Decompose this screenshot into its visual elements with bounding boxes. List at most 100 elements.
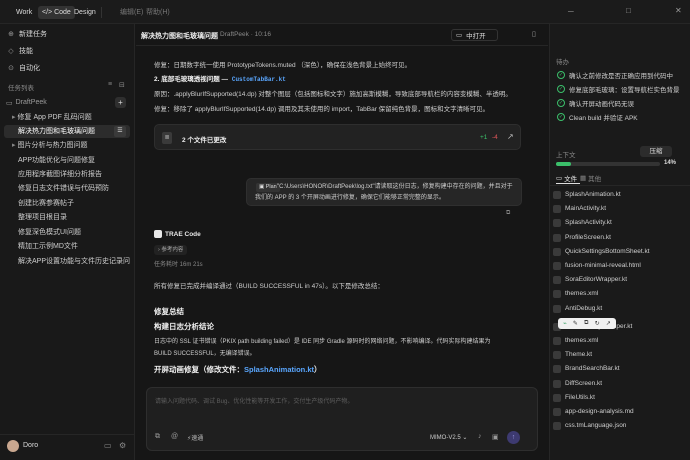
file-item[interactable]: css.tmLanguage.json — [553, 420, 685, 432]
folder-icon: ▸ — [12, 142, 16, 149]
todo-item: ✓ Clean build 并验证 APK — [557, 112, 638, 122]
file-icon: ▭ — [556, 175, 563, 182]
file-name: css.tmLanguage.json — [565, 422, 627, 430]
file-item[interactable]: themes.xml — [553, 335, 685, 347]
changes-card[interactable]: ≣ 2 个文件已更改 +1 -4 ↗ — [154, 124, 521, 150]
file-item[interactable]: BrandSearchBar.kt — [553, 363, 685, 375]
file-link[interactable]: SplashAnimation.kt — [244, 365, 314, 374]
chat-input-placeholder[interactable]: 请输入问题代码、调试 Bug、优化性能等开发工作，交付生产级代码产物。 — [155, 396, 353, 405]
file-item[interactable]: SplashActivity.kt — [553, 217, 685, 229]
mic-icon[interactable]: ♪ — [478, 433, 482, 440]
list-item[interactable]: ▸ 图片分析与热力图问题 — [4, 139, 130, 152]
code-icon: </> — [42, 9, 53, 16]
maximize-icon[interactable]: □ — [626, 6, 631, 15]
list-item[interactable]: 解决APP设置功能与文件历史记录问题 — [4, 255, 130, 268]
file-icon — [553, 219, 561, 228]
add-task-button[interactable]: + — [115, 97, 126, 108]
file-name: Theme.kt — [565, 351, 593, 359]
file-item[interactable]: themes.xml — [553, 288, 685, 300]
open-in-button[interactable]: ▭ 中打开 — [451, 29, 498, 41]
file-link[interactable]: CustomTabBar.kt — [230, 76, 288, 83]
tab-other-label: 其他 — [588, 176, 602, 183]
open-icon[interactable]: ↗ — [606, 320, 611, 327]
filter-icon[interactable]: ≡ — [108, 81, 112, 88]
file-name: FileUtils.kt — [565, 393, 595, 401]
file-name: AntiDebug.kt — [565, 304, 603, 312]
list-item[interactable]: APP功能优化与问题修复 — [4, 154, 130, 167]
file-item[interactable]: SoraEditorWrapper.kt — [553, 274, 685, 286]
edit-icon[interactable]: ✎ — [573, 320, 578, 327]
file-name: SplashActivity.kt — [565, 219, 612, 227]
attach-icon[interactable]: ⧉ — [155, 433, 160, 441]
file-icon — [553, 365, 561, 374]
copy-icon[interactable]: ⧉ — [584, 320, 588, 327]
refresh-icon[interactable]: ↻ — [595, 320, 600, 327]
file-item[interactable]: AntiDebug.kt — [553, 303, 685, 315]
file-item[interactable]: SplashAnimation.kt — [553, 189, 685, 201]
avatar[interactable] — [7, 440, 19, 452]
active-tab-underline — [556, 183, 580, 184]
file-name: themes.xml — [565, 290, 599, 298]
model-selector[interactable]: MIMO-V2.5 ⌄ — [430, 434, 467, 441]
list-item-label: 图片分析与热力图问题 — [17, 142, 88, 149]
reference-chip[interactable]: › 参考内容 — [154, 245, 188, 255]
page-title: 解决热力图和毛玻璃问题 — [141, 33, 218, 40]
skills-button[interactable]: ◇ 技能 — [6, 44, 128, 58]
file-name: SplashAnimation.kt — [565, 191, 621, 198]
mention-icon[interactable]: @ — [171, 433, 178, 440]
skills-icon: ◇ — [8, 48, 14, 55]
tab-design[interactable]: Design — [70, 6, 100, 19]
file-name: fusion-minimal-reveal.html — [565, 262, 641, 269]
expand-arrow-icon[interactable]: ↗ — [507, 132, 514, 141]
list-item[interactable]: ▸ 修复 App PDF 乱码问题 — [4, 111, 130, 124]
file-item[interactable]: Theme.kt — [553, 349, 685, 361]
compress-button[interactable]: 压缩 — [640, 146, 672, 157]
list-item[interactable]: 修复深色模式UI问题 — [4, 226, 130, 239]
panel-toggle-icon[interactable]: ▯ — [532, 30, 536, 38]
fix-line: 修复：日期数字统一使用 PrototypeTokens.muted （深色），确… — [154, 62, 412, 69]
todo-label: 待办 — [556, 59, 569, 66]
list-item[interactable]: 修复日志文件错误与代码预防 — [4, 182, 130, 195]
paragraph-line: 日志中的 SSL 证书错误（PKIX path building failed）… — [154, 339, 491, 345]
close-icon[interactable]: ✕ — [675, 6, 682, 15]
check-icon: ✓ — [557, 113, 565, 121]
divider — [101, 7, 102, 18]
sidebar-toggle-icon[interactable]: ▭ — [104, 441, 112, 450]
automation-icon: ⊙ — [8, 65, 14, 72]
list-item[interactable]: 应用程序截图详细分析报告 — [4, 168, 130, 181]
file-item[interactable]: app-design-analysis.md — [553, 406, 685, 418]
agent-logo — [154, 230, 162, 238]
tab-other[interactable]: ▦ 其他 — [580, 173, 601, 183]
speed-mode-button[interactable]: ⚡速通 — [187, 433, 203, 442]
chat-input-box[interactable]: 请输入问题代码、调试 Bug、优化性能等开发工作，交付生产级代码产物。 ⧉ @ … — [146, 387, 538, 451]
menu-help[interactable]: 帮助(H) — [146, 6, 170, 19]
image-icon[interactable]: ▣ — [492, 433, 499, 441]
tab-files[interactable]: ▭ 文件 — [556, 173, 577, 183]
file-item[interactable]: QuickSettingsBottomSheet.kt — [553, 246, 685, 258]
file-item[interactable]: FileUtils.kt — [553, 392, 685, 404]
list-item[interactable]: 整理项目根目录 — [4, 211, 130, 224]
deletions-count: -4 — [492, 134, 498, 141]
settings-icon[interactable]: ⚙ — [119, 441, 126, 450]
new-task-button[interactable]: ⊕ 新建任务 — [6, 27, 128, 41]
automation-button[interactable]: ⊙ 自动化 — [6, 61, 128, 75]
collapse-icon[interactable]: ⊟ — [119, 81, 125, 89]
menu-edit[interactable]: 编辑(E) — [120, 6, 143, 19]
file-item[interactable]: DiffScreen.kt — [553, 378, 685, 390]
cause-line: 原因：.applyBlurIfSupported(14.dp) 对整个图层（包括… — [154, 91, 512, 98]
file-name: themes.xml — [565, 337, 599, 344]
send-button[interactable]: ↑ — [507, 431, 520, 444]
minimize-icon[interactable]: ─ — [568, 7, 574, 16]
file-item[interactable]: MainActivity.kt — [553, 203, 685, 215]
file-item[interactable]: fusion-minimal-reveal.html — [553, 260, 685, 272]
list-icon[interactable]: ☰ — [114, 126, 126, 137]
copy-icon[interactable]: ⧉ — [506, 210, 510, 217]
project-folder[interactable]: ▭ DraftPeek — [6, 96, 47, 109]
link-icon[interactable]: ⌁ — [563, 320, 567, 327]
plan-tag: Plan — [265, 184, 277, 190]
list-item[interactable]: 创建比赛参赛帖子 — [4, 197, 130, 210]
list-item[interactable]: 精加工示例MD文件 — [4, 240, 130, 253]
tab-work[interactable]: Work — [12, 6, 36, 19]
file-item[interactable]: ProfileScreen.kt — [553, 232, 685, 244]
list-item-active[interactable]: 解决热力图和毛玻璃问题 — [4, 125, 130, 138]
